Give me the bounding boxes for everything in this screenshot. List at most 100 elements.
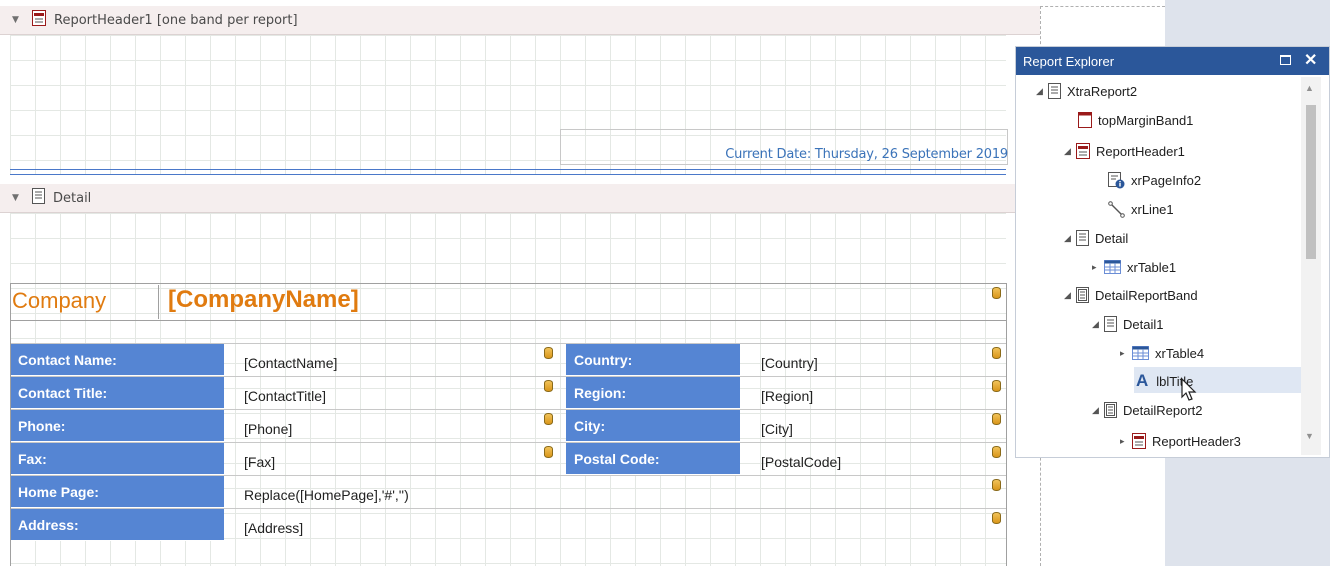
detail-band-icon [1076,230,1089,246]
tree-item-reportheader3[interactable]: ▸ ReportHeader3 [1120,429,1241,453]
collapse-triangle-icon[interactable]: ▼ [12,15,24,25]
page-info-text: Current Date: Thursday, 26 September 201… [725,147,1008,162]
database-field-icon [992,512,1001,524]
detail-report-icon [1076,287,1089,303]
collapsed-arrow-icon[interactable]: ▸ [1120,436,1132,447]
tree-item-label: xrTable4 [1155,345,1205,361]
collapsed-arrow-icon[interactable]: ▸ [1120,348,1132,359]
company-row[interactable] [10,283,1007,321]
fax-value[interactable]: [Fax] [238,443,538,475]
database-field-icon [992,347,1001,359]
region-value[interactable]: [Region] [755,377,985,409]
page-info-icon [1108,171,1125,189]
line-control[interactable] [10,169,1006,170]
detail-band-label: Detail [53,190,92,206]
tree-item-detail[interactable]: ◢ Detail [1064,226,1128,250]
company-name-field[interactable]: [CompanyName] [168,286,359,314]
contact-name-value[interactable]: [ContactName] [238,344,538,376]
database-field-icon [544,446,553,458]
header-band-icon [32,10,46,30]
expanded-arrow-icon[interactable]: ◢ [1092,319,1104,330]
tree-item-label: xrTable1 [1127,259,1177,275]
label-icon: A [1136,371,1149,390]
country-value[interactable]: [Country] [755,344,985,376]
contact-name-label[interactable]: Contact Name: [10,344,224,376]
report-explorer-panel[interactable]: Report Explorer ✕ ◢ XtraReport2 topMargi… [1015,46,1330,458]
tree-item-label: ReportHeader1 [1096,143,1185,159]
report-icon [1048,83,1061,99]
tree-item-label: DetailReportBand [1095,287,1198,303]
expanded-arrow-icon[interactable]: ◢ [1064,146,1076,157]
company-separator [158,285,159,319]
tree-item-label: Detail [1095,230,1129,246]
table-right-border [1006,283,1007,566]
contact-title-value[interactable]: [ContactTitle] [238,377,538,409]
tree-item-xrline1[interactable]: xrLine1 [1108,197,1174,221]
country-label[interactable]: Country: [566,344,740,376]
header-band-icon [1076,143,1090,159]
tree-item-xrtable4[interactable]: ▸ xrTable4 [1120,341,1204,365]
detail-report-icon [1104,402,1117,418]
page-margin-line [1040,6,1165,7]
database-field-icon [992,287,1001,299]
database-field-icon [992,380,1001,392]
report-header-band-title[interactable]: ▼ ReportHeader1 [one band per report] [0,6,1040,35]
tree-item-detail1[interactable]: ◢ Detail1 [1092,312,1163,336]
collapsed-arrow-icon[interactable]: ▸ [1092,262,1104,273]
table-icon [1104,260,1121,274]
tree-item-label: xrLine1 [1131,201,1174,217]
scroll-down-icon[interactable]: ▼ [1305,431,1314,441]
tree-item-label: Detail1 [1123,316,1164,332]
tree-item-label: ReportHeader3 [1152,433,1241,449]
database-field-icon [544,347,553,359]
contact-title-label[interactable]: Contact Title: [10,377,224,409]
home-page-label[interactable]: Home Page: [10,476,224,508]
close-icon[interactable]: ✕ [1304,50,1317,70]
expanded-arrow-icon[interactable]: ◢ [1036,86,1048,97]
database-field-icon [544,413,553,425]
tree-item-topmarginband1[interactable]: topMarginBand1 [1078,108,1193,132]
scrollbar-thumb[interactable] [1306,105,1316,259]
band-boundary-line [10,174,1006,175]
tree-item-label: XtraReport2 [1067,83,1138,99]
company-label: Company [12,288,107,313]
city-value[interactable]: [City] [755,410,985,442]
report-header-title: ReportHeader1 [one band per report] [54,12,298,28]
expanded-arrow-icon[interactable]: ◢ [1064,290,1076,301]
tree-item-xrtable1[interactable]: ▸ xrTable1 [1092,255,1176,279]
header-band-icon [1132,433,1146,449]
maximize-icon[interactable] [1280,55,1291,65]
tree-item-reportheader1[interactable]: ◢ ReportHeader1 [1064,139,1185,163]
tree-item-xrpageinfo2[interactable]: xrPageInfo2 [1108,168,1201,192]
fax-label[interactable]: Fax: [10,443,224,475]
phone-value[interactable]: [Phone] [238,410,538,442]
address-label[interactable]: Address: [10,509,224,541]
expanded-arrow-icon[interactable]: ◢ [1064,233,1076,244]
address-value[interactable]: [Address] [238,509,938,541]
database-field-icon [544,380,553,392]
table-left-border [10,283,11,566]
tree-item-label: topMarginBand1 [1098,112,1194,128]
table-icon [1132,346,1149,360]
scroll-up-icon[interactable]: ▲ [1305,83,1314,93]
postal-code-label[interactable]: Postal Code: [566,443,740,475]
tree-item-xtrareport2[interactable]: ◢ XtraReport2 [1036,79,1137,103]
detail-band-icon [1104,316,1117,332]
report-explorer-header: Report Explorer ✕ [1016,47,1329,75]
spacer-row [10,321,1007,341]
expanded-arrow-icon[interactable]: ◢ [1092,405,1104,416]
region-label[interactable]: Region: [566,377,740,409]
collapse-triangle-icon[interactable]: ▼ [12,193,24,203]
report-designer-canvas: ▼ ReportHeader1 [one band per report] Cu… [0,0,1330,566]
mouse-cursor-icon [1181,377,1197,406]
line-icon [1108,200,1125,218]
report-explorer-title: Report Explorer [1023,54,1115,69]
phone-label[interactable]: Phone: [10,410,224,442]
city-label[interactable]: City: [566,410,740,442]
tree-item-label: xrPageInfo2 [1131,172,1202,188]
postal-code-value[interactable]: [PostalCode] [755,443,985,475]
home-page-value[interactable]: Replace([HomePage],'#','') [238,476,938,508]
tree-item-detailreportband[interactable]: ◢ DetailReportBand [1064,283,1198,307]
detail-band-title[interactable]: ▼ Detail [0,184,1040,213]
detail-band-icon [32,188,45,208]
